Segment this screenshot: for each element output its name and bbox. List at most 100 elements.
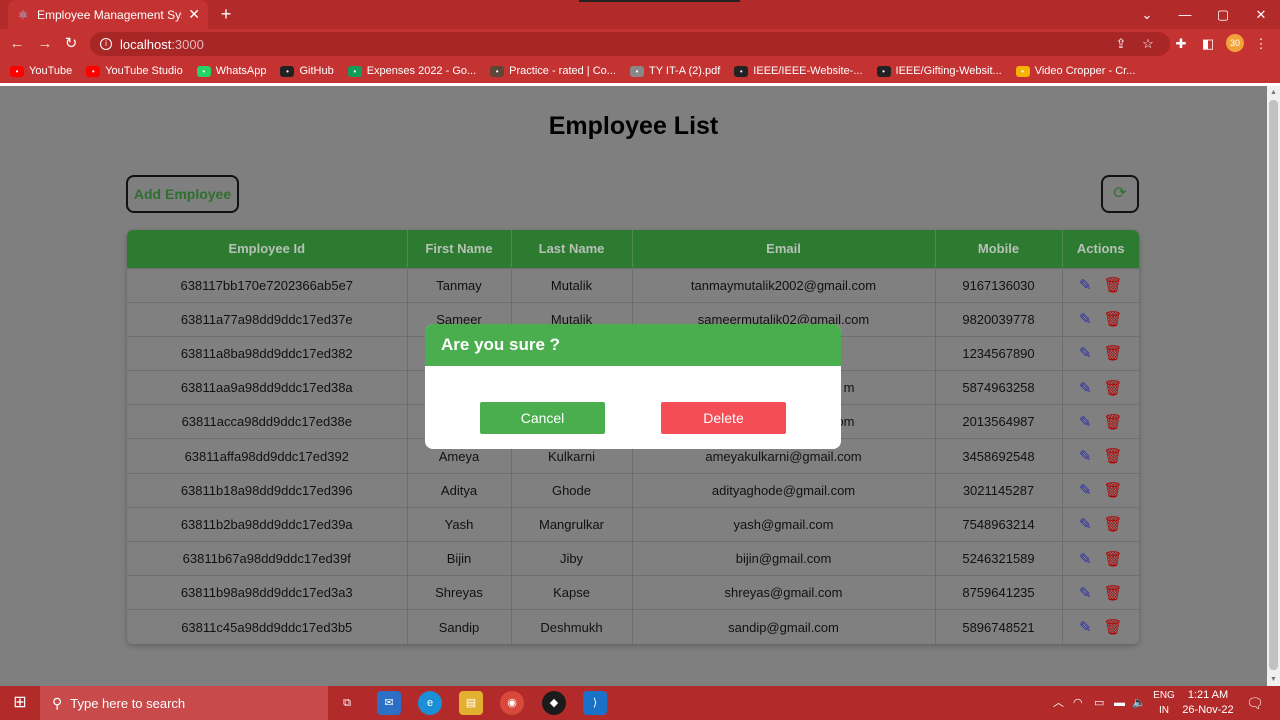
cell-email: bijin@gmail.com [632,540,936,576]
windows-start-icon[interactable]: ⊞ [0,686,40,720]
trash-icon[interactable]: 🗑 [1104,447,1123,465]
cell-first-name: Shreyas [407,575,512,610]
bookmark-item[interactable]: • GitHub [280,65,334,77]
bookmark-item[interactable]: • WhatsApp [196,65,266,77]
task-view-icon[interactable]: ⧉ [335,691,359,715]
edit-icon[interactable]: ✎ [1079,447,1092,465]
edit-icon[interactable]: ✎ [1079,515,1092,533]
trash-icon[interactable]: 🗑 [1104,481,1123,499]
add-employee-button[interactable]: Add Employee [126,175,239,213]
trash-icon[interactable]: 🗑 [1104,550,1123,568]
bookmark-item[interactable]: • IEEE/Gifting-Websit... [876,65,1002,77]
delete-button[interactable]: Delete [661,402,786,434]
bookmark-star-icon[interactable]: ☆ [1137,33,1159,55]
network-icon[interactable]: ▬ [1114,686,1125,720]
trash-icon[interactable]: 🗑 [1104,515,1123,533]
minimize-button[interactable]: — [1166,0,1204,29]
cell-last-name: Jiby [511,540,633,576]
cell-mobile: 1234567890 [935,335,1063,371]
edit-icon[interactable]: ✎ [1079,413,1092,431]
trash-icon[interactable]: 🗑 [1104,344,1123,362]
trash-icon[interactable]: 🗑 [1104,379,1123,397]
bookmark-label: Expenses 2022 - Go... [366,65,477,77]
share-icon[interactable]: ⇪ [1110,33,1132,55]
vscode-icon[interactable]: ⟩ [583,691,607,715]
address-bar[interactable]: i localhost:3000 [90,32,1170,56]
bookmark-item[interactable]: • YouTube Studio [86,65,183,77]
cell-actions: ✎ 🗑 [1062,370,1139,405]
notifications-icon[interactable]: 🗨 [1246,686,1264,720]
edit-icon[interactable]: ✎ [1079,584,1092,602]
page-scrollbar[interactable]: ▲ ▼ [1267,86,1280,686]
edit-icon[interactable]: ✎ [1079,379,1092,397]
trash-icon[interactable]: 🗑 [1104,584,1123,602]
bookmark-item[interactable]: • Video Cropper - Cr... [1015,65,1135,77]
tray-chevron-icon[interactable]: ︿ [1053,686,1064,720]
clock-date: 26-Nov-22 [1182,704,1234,716]
cell-employee-id: 63811acca98dd9ddc17ed38e [127,404,408,439]
edit-icon[interactable]: ✎ [1079,344,1092,362]
cell-first-name: Aditya [407,472,512,508]
taskbar-search[interactable]: ⚲ Type here to search [40,686,328,720]
confirm-dialog: Are you sure ? Cancel Delete [425,324,841,449]
trash-icon[interactable]: 🗑 [1104,618,1123,636]
trash-icon[interactable]: 🗑 [1104,310,1123,328]
cell-employee-id: 63811b2ba98dd9ddc17ed39a [127,506,408,542]
refresh-button[interactable]: ⟳ [1101,175,1139,213]
close-tab-icon[interactable]: ✕ [188,6,200,23]
forward-button[interactable]: → [34,33,56,55]
wifi-icon[interactable]: ◠ [1073,686,1083,720]
scrollbar-thumb[interactable] [1269,100,1278,670]
chrome-icon[interactable]: ◉ [500,691,524,715]
dialog-title: Are you sure ? [425,324,841,366]
close-window-button[interactable]: ✕ [1242,0,1280,29]
browser-tab[interactable]: ⚛ Employee Management System ✕ [8,0,208,29]
cell-first-name: Tanmay [407,267,512,303]
profile-avatar[interactable]: 30 [1226,34,1244,52]
trash-icon[interactable]: 🗑 [1104,413,1123,431]
edit-icon[interactable]: ✎ [1079,618,1092,636]
trash-icon[interactable]: 🗑 [1104,276,1123,294]
edit-icon[interactable]: ✎ [1079,481,1092,499]
refresh-icon: ⟳ [1113,185,1127,202]
file-explorer-icon[interactable]: ▤ [459,691,483,715]
mail-icon[interactable]: ✉ [377,691,401,715]
mongodb-compass-icon[interactable]: ◆ [542,691,566,715]
scroll-up-icon[interactable]: ▲ [1267,86,1280,99]
edge-icon[interactable]: e [418,691,442,715]
language-indicator[interactable]: ENG IN [1152,688,1176,718]
info-icon[interactable]: i [100,38,112,50]
extensions-icon[interactable]: ✚ [1170,33,1192,55]
back-button[interactable]: ← [6,33,28,55]
table-row: 63811b18a98dd9ddc17ed396 Aditya Ghode adity… [127,472,1139,508]
bookmark-item[interactable]: • YouTube [10,65,72,77]
taskbar-clock[interactable]: 1:21 AM 26-Nov-22 [1180,688,1236,718]
header-mobile: Mobile [935,230,1063,268]
cell-actions: ✎ 🗑 [1062,506,1139,542]
bookmark-item[interactable]: • TY IT-A (2).pdf [629,65,720,77]
tab-search-icon[interactable]: ⌄ [1128,0,1166,29]
new-tab-button[interactable]: + [216,4,236,24]
cancel-button[interactable]: Cancel [480,402,605,434]
reload-button[interactable]: ↻ [60,33,82,55]
scroll-down-icon[interactable]: ▼ [1267,673,1280,686]
github-icon: • [280,65,295,77]
bookmark-item[interactable]: • IEEE/IEEE-Website-... [734,65,863,77]
edit-icon[interactable]: ✎ [1079,310,1092,328]
cell-email: adityaghode@gmail.com [632,472,936,508]
tab-strip-indicator [579,0,740,2]
url-port: :3000 [171,36,204,52]
cell-actions: ✎ 🗑 [1062,404,1139,439]
edit-icon[interactable]: ✎ [1079,276,1092,294]
menu-icon[interactable]: ⋮ [1250,33,1272,55]
side-panel-icon[interactable]: ◧ [1197,33,1219,55]
maximize-button[interactable]: ▢ [1204,0,1242,29]
battery-icon[interactable]: ▭ [1094,686,1104,720]
cell-employee-id: 63811a8ba98dd9ddc17ed382 [127,335,408,371]
cell-email: yash@gmail.com [632,506,936,542]
cell-employee-id: 63811b18a98dd9ddc17ed396 [127,472,408,508]
volume-icon[interactable]: 🔈 [1132,686,1146,720]
bookmark-item[interactable]: • Practice - rated | Co... [490,65,616,77]
edit-icon[interactable]: ✎ [1079,550,1092,568]
bookmark-item[interactable]: • Expenses 2022 - Go... [347,65,477,77]
